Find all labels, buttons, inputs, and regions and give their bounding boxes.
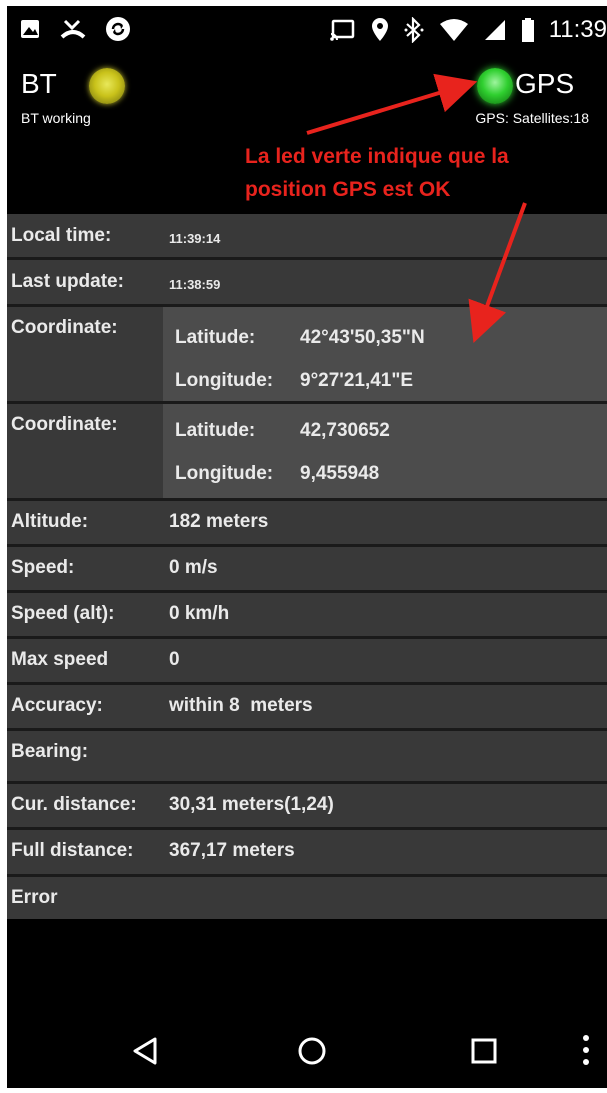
- row-speed-alt: Speed (alt): 0 km/h: [7, 593, 607, 639]
- cur-distance-value: 30,31 meters(1,24): [169, 794, 334, 815]
- phone-screen: 11:39 BT BT working GPS GPS: Satellites:…: [7, 6, 607, 1088]
- latitude-decimal-label: Latitude:: [175, 420, 256, 441]
- error-label: Error: [11, 887, 58, 908]
- speed-value: 0 m/s: [169, 557, 218, 578]
- accuracy-label: Accuracy:: [11, 695, 103, 716]
- coordinate-decimal-panel: Latitude: 42,730652 Longitude: 9,455948: [163, 404, 607, 498]
- altitude-label: Altitude:: [11, 511, 89, 532]
- full-distance-value: 367,17 meters: [169, 840, 295, 861]
- altitude-value: 182 meters: [169, 511, 269, 532]
- annotation-arrows: [306, 73, 527, 344]
- full-distance-label: Full distance:: [11, 840, 134, 861]
- speed-alt-label: Speed (alt):: [11, 603, 115, 624]
- back-icon[interactable]: [131, 1036, 159, 1066]
- accuracy-value: within 8 meters: [169, 695, 313, 716]
- arrow-to-coordinates: [468, 202, 527, 344]
- cur-distance-label: Cur. distance:: [11, 794, 137, 815]
- arrow-to-gps-led: [306, 73, 478, 135]
- max-speed-label: Max speed: [11, 649, 109, 670]
- coordinate-decimal-label: Coordinate:: [11, 414, 118, 435]
- row-error: Error: [7, 877, 607, 919]
- longitude-decimal-label: Longitude:: [175, 463, 274, 484]
- overflow-menu-icon[interactable]: [579, 1032, 593, 1068]
- recents-icon[interactable]: [471, 1038, 497, 1064]
- row-max-speed: Max speed 0: [7, 639, 607, 685]
- row-speed: Speed: 0 m/s: [7, 547, 607, 593]
- longitude-decimal-value: 9,455948: [300, 463, 380, 484]
- row-accuracy: Accuracy: within 8 meters: [7, 685, 607, 731]
- home-icon[interactable]: [297, 1036, 327, 1066]
- speed-alt-value: 0 km/h: [169, 603, 230, 624]
- navigation-bar: [7, 1016, 607, 1088]
- max-speed-value: 0: [169, 649, 180, 670]
- latitude-decimal-value: 42,730652: [300, 420, 390, 441]
- bearing-label: Bearing:: [11, 741, 89, 762]
- row-coordinate-decimal: Coordinate: Latitude: 42,730652 Longitud…: [7, 404, 607, 501]
- row-full-distance: Full distance: 367,17 meters: [7, 830, 607, 877]
- row-bearing: Bearing:: [7, 731, 607, 784]
- row-altitude: Altitude: 182 meters: [7, 501, 607, 547]
- row-cur-distance: Cur. distance: 30,31 meters(1,24): [7, 784, 607, 830]
- speed-label: Speed:: [11, 557, 75, 578]
